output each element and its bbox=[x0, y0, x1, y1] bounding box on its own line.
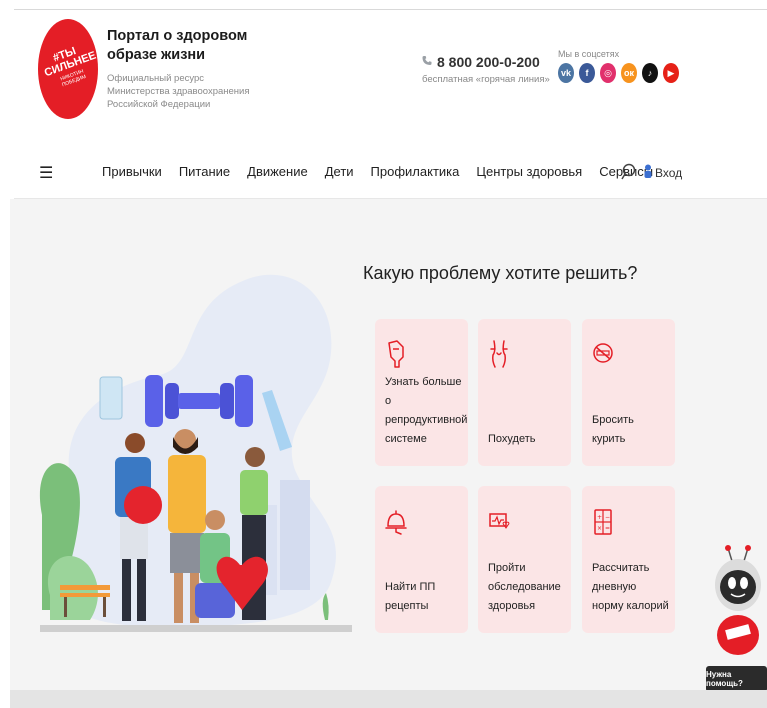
card-reproductive-system[interactable]: Узнать больше о репродуктивной системе bbox=[375, 319, 468, 466]
login-button[interactable]: Вход bbox=[644, 164, 682, 181]
card-label: Бросить курить bbox=[592, 414, 634, 445]
instagram-icon[interactable]: ◎ bbox=[600, 63, 616, 83]
card-label: Пройти обследование здоровья bbox=[488, 562, 561, 612]
phone-caption: бесплатная «горячая линия» bbox=[422, 74, 550, 85]
brand-subtitle: Официальный ресурс Министерства здравоох… bbox=[107, 73, 250, 110]
cloche-icon bbox=[385, 510, 407, 535]
hotline-phone[interactable]: 8 800 200-0-200 bbox=[422, 53, 540, 71]
social-label: Мы в соцсетях bbox=[558, 49, 620, 59]
svg-text:=: = bbox=[605, 525, 610, 532]
hero-question: Какую проблему хотите решить? bbox=[363, 263, 638, 283]
card-healthy-recipes[interactable]: Найти ПП рецепты bbox=[375, 486, 468, 633]
svg-text:×: × bbox=[597, 525, 602, 532]
login-label: Вход bbox=[655, 165, 683, 180]
tiktok-icon[interactable]: ♪ bbox=[642, 63, 658, 83]
top-divider bbox=[14, 9, 767, 10]
card-health-checkup[interactable]: Пройти обследование здоровья bbox=[478, 486, 571, 633]
logo-disc: #ТЫ СИЛЬНЕЕ НИКОТИН ПОБЕДИМ bbox=[38, 19, 98, 119]
nav-item-nutrition[interactable]: Питание bbox=[179, 164, 230, 179]
menu-icon[interactable]: ☰ bbox=[39, 163, 53, 183]
health-monitor-icon bbox=[489, 513, 510, 529]
body-waist-icon bbox=[490, 340, 508, 368]
card-label: Похудеть bbox=[488, 433, 536, 445]
phone-number[interactable]: 8 800 200-0-200 bbox=[437, 54, 540, 70]
card-lose-weight[interactable]: Похудеть bbox=[478, 319, 571, 466]
logo-text: #ТЫ СИЛЬНЕЕ НИКОТИН ПОБЕДИМ bbox=[39, 42, 98, 93]
card-label: Узнать больше о репродуктивной системе bbox=[385, 376, 468, 445]
svg-text:−: − bbox=[605, 514, 610, 521]
uterus-icon bbox=[388, 340, 404, 368]
facebook-icon[interactable]: f bbox=[579, 63, 595, 83]
nav-item-habits[interactable]: Привычки bbox=[102, 164, 162, 179]
youtube-icon[interactable]: ▶ bbox=[663, 63, 679, 83]
card-label: Найти ПП рецепты bbox=[385, 581, 436, 612]
footer-band bbox=[10, 690, 767, 708]
calculator-icon: + − × = bbox=[594, 509, 612, 535]
help-button[interactable]: Нужна помощь? bbox=[706, 666, 767, 692]
odnoklassniki-icon[interactable]: ок bbox=[621, 63, 637, 83]
card-quit-smoking[interactable]: Бросить курить bbox=[582, 319, 675, 466]
main-nav: ☰ Привычки Питание Движение Дети Профила… bbox=[0, 150, 767, 198]
no-smoking-icon bbox=[593, 343, 613, 363]
nav-item-prevention[interactable]: Профилактика bbox=[371, 164, 460, 179]
search-icon[interactable] bbox=[620, 162, 636, 187]
brand-title[interactable]: Портал о здоровом образе жизни bbox=[107, 27, 257, 65]
nav-item-movement[interactable]: Движение bbox=[247, 164, 308, 179]
vk-icon[interactable]: vk bbox=[558, 63, 574, 83]
nav-item-health-centers[interactable]: Центры здоровья bbox=[476, 164, 582, 179]
svg-text:+: + bbox=[597, 514, 602, 521]
assistant-robot-icon[interactable] bbox=[714, 545, 762, 655]
logo[interactable]: #ТЫ СИЛЬНЕЕ НИКОТИН ПОБЕДИМ bbox=[38, 19, 98, 119]
card-calorie-calculator[interactable]: + − × = Рассчитать дневную норму калорий bbox=[582, 486, 675, 633]
card-label: Рассчитать дневную норму калорий bbox=[592, 562, 669, 612]
phone-icon bbox=[422, 53, 432, 71]
hero-illustration bbox=[39, 274, 352, 632]
nav-item-children[interactable]: Дети bbox=[325, 164, 354, 179]
nav-items: Привычки Питание Движение Дети Профилакт… bbox=[102, 164, 653, 179]
social-links: vk f ◎ ок ♪ ▶ bbox=[558, 63, 679, 83]
user-icon bbox=[644, 164, 652, 181]
